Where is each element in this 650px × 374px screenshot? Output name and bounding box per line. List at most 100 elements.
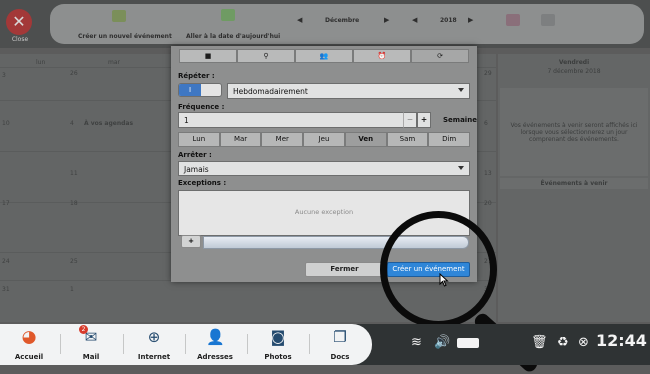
repeat-frequency-select[interactable]: Hebdomadairement — [227, 83, 470, 99]
prev-year-icon[interactable]: ◀ — [412, 16, 417, 24]
prev-month-icon[interactable]: ◀ — [297, 16, 302, 24]
repeat-frequency-value: Hebdomadairement — [233, 87, 308, 96]
taskbar-contacts-button[interactable]: 👤 Adresses — [193, 326, 237, 363]
volume-icon[interactable]: 🔊 — [434, 335, 450, 351]
chevron-down-icon — [458, 166, 464, 170]
frequency-decrement-button[interactable]: − — [403, 112, 417, 128]
day-number[interactable]: 20 — [484, 200, 492, 207]
toggle-on-indicator: I — [179, 84, 201, 96]
frequency-input[interactable]: 1 — [178, 112, 430, 128]
create-event-button[interactable]: Créer un nouvel événement — [78, 33, 172, 40]
stop-condition-value: Jamais — [184, 165, 209, 174]
wifi-icon[interactable]: ≋ — [411, 335, 422, 351]
documents-icon: ❐ — [333, 328, 347, 346]
taskbar-label: Docs — [330, 353, 350, 361]
day-number[interactable]: 10 — [2, 120, 10, 127]
close-dialog-button[interactable]: Fermer — [305, 262, 384, 277]
agenda-label: À vos agendas — [84, 120, 134, 127]
trash-icon[interactable]: 🗑 — [531, 335, 548, 351]
frequency-unit: Semaine — [443, 116, 477, 124]
stop-label: Arrêter : — [178, 151, 212, 159]
taskbar-label: Adresses — [197, 353, 233, 361]
taskbar-label: Photos — [264, 353, 292, 361]
taskbar-label: Accueil — [14, 353, 44, 361]
tab-participants[interactable]: 👥 — [295, 49, 353, 63]
day-number[interactable]: 17 — [2, 200, 10, 207]
repeat-label: Répéter : — [178, 72, 215, 80]
day-number[interactable]: 6 — [484, 120, 488, 127]
taskbar-docs-button[interactable]: ❐ Docs — [318, 326, 362, 363]
taskbar-internet-button[interactable]: ⊕ Internet — [132, 326, 176, 363]
next-year-icon[interactable]: ▶ — [468, 16, 473, 24]
clock: 12:44 — [596, 331, 647, 350]
close-icon[interactable]: ✕ — [6, 9, 32, 35]
weekday-selector: Lun Mar Mer Jeu Ven Sam Dim — [178, 132, 471, 147]
day-number[interactable]: 3 — [2, 72, 6, 79]
upcoming-header: Événements à venir — [500, 178, 648, 189]
day-number[interactable]: 24 — [2, 258, 10, 265]
magnifier-ring — [380, 211, 497, 328]
help-lifebuoy-icon[interactable]: ⊗ — [578, 335, 589, 351]
home-icon: ◕ — [21, 327, 37, 347]
selected-weekday: Vendredi — [558, 59, 590, 66]
dialog-tab-bar: ■ ⚲ 👥 ⏰ ⟳ — [179, 49, 469, 63]
tab-reminder[interactable]: ⏰ — [353, 49, 411, 63]
day-number[interactable]: 18 — [70, 200, 78, 207]
frequency-value: 1 — [184, 116, 189, 125]
day-button-jeu[interactable]: Jeu — [303, 132, 345, 147]
day-button-mar[interactable]: Mar — [219, 132, 262, 147]
alarm-clock-icon: ⏰ — [377, 52, 387, 60]
day-number[interactable]: 31 — [2, 286, 10, 293]
mail-badge: 2 — [79, 325, 88, 334]
battery-icon[interactable] — [457, 338, 479, 348]
weekday-header: lun — [36, 59, 46, 66]
selected-date: 7 décembre 2018 — [547, 68, 601, 75]
day-button-lun[interactable]: Lun — [178, 132, 220, 147]
add-exception-button[interactable]: + — [181, 235, 201, 248]
day-button-ven[interactable]: Ven — [344, 132, 387, 147]
day-number[interactable]: 11 — [70, 170, 78, 177]
repeat-icon: ⟳ — [437, 52, 443, 60]
info-text: Vos événements à venir seront affichés i… — [510, 122, 638, 143]
day-number[interactable]: 13 — [484, 170, 492, 177]
today-calendar-icon[interactable] — [221, 9, 235, 21]
day-button-mer[interactable]: Mer — [261, 132, 304, 147]
print-icon[interactable] — [541, 14, 555, 26]
delete-event-icon[interactable] — [506, 14, 520, 26]
stop-condition-select[interactable]: Jamais — [178, 161, 470, 176]
taskbar: ◕ Accueil ✉ 2 Mail ⊕ Internet 👤 Adresses… — [0, 324, 650, 365]
day-number[interactable]: 25 — [70, 258, 78, 265]
taskbar-photos-button[interactable]: ◙ Photos — [256, 326, 300, 363]
taskbar-mail-button[interactable]: ✉ 2 Mail — [69, 325, 113, 363]
taskbar-launcher — [0, 324, 372, 365]
square-icon: ■ — [204, 52, 212, 60]
repeat-toggle[interactable]: I — [178, 83, 222, 97]
globe-icon: ⊕ — [147, 328, 161, 346]
close-label: Close — [11, 36, 29, 43]
camera-icon: ◙ — [270, 328, 286, 346]
exceptions-label: Exceptions : — [178, 179, 227, 187]
contacts-icon: 👤 — [206, 328, 225, 346]
tab-details[interactable]: ■ — [179, 49, 237, 63]
day-button-sam[interactable]: Sam — [386, 132, 429, 147]
new-event-icon[interactable] — [112, 10, 126, 22]
taskbar-label: Internet — [137, 353, 171, 361]
recycle-bin-icon[interactable]: ♻ — [557, 335, 569, 351]
weekday-header: mar — [108, 59, 120, 66]
chevron-down-icon — [458, 88, 464, 92]
day-button-dim[interactable]: Dim — [428, 132, 471, 147]
goto-today-button[interactable]: Aller à la date d'aujourd'hui — [186, 33, 280, 40]
frequency-increment-button[interactable]: + — [417, 112, 431, 128]
day-number[interactable]: 29 — [484, 70, 492, 77]
frequency-label: Fréquence : — [178, 103, 225, 111]
taskbar-home-button[interactable]: ◕ Accueil — [7, 326, 51, 363]
day-number[interactable]: 26 — [70, 70, 78, 77]
taskbar-label: Mail — [82, 353, 100, 361]
day-number[interactable]: 4 — [70, 120, 74, 127]
tab-location[interactable]: ⚲ — [237, 49, 295, 63]
month-label: Décembre — [325, 17, 360, 24]
event-details-panel: Vendredi 7 décembre 2018 Vos événements … — [498, 54, 650, 322]
tab-repeat[interactable]: ⟳ — [411, 49, 469, 63]
next-month-icon[interactable]: ▶ — [384, 16, 389, 24]
day-number[interactable]: 1 — [70, 286, 74, 293]
